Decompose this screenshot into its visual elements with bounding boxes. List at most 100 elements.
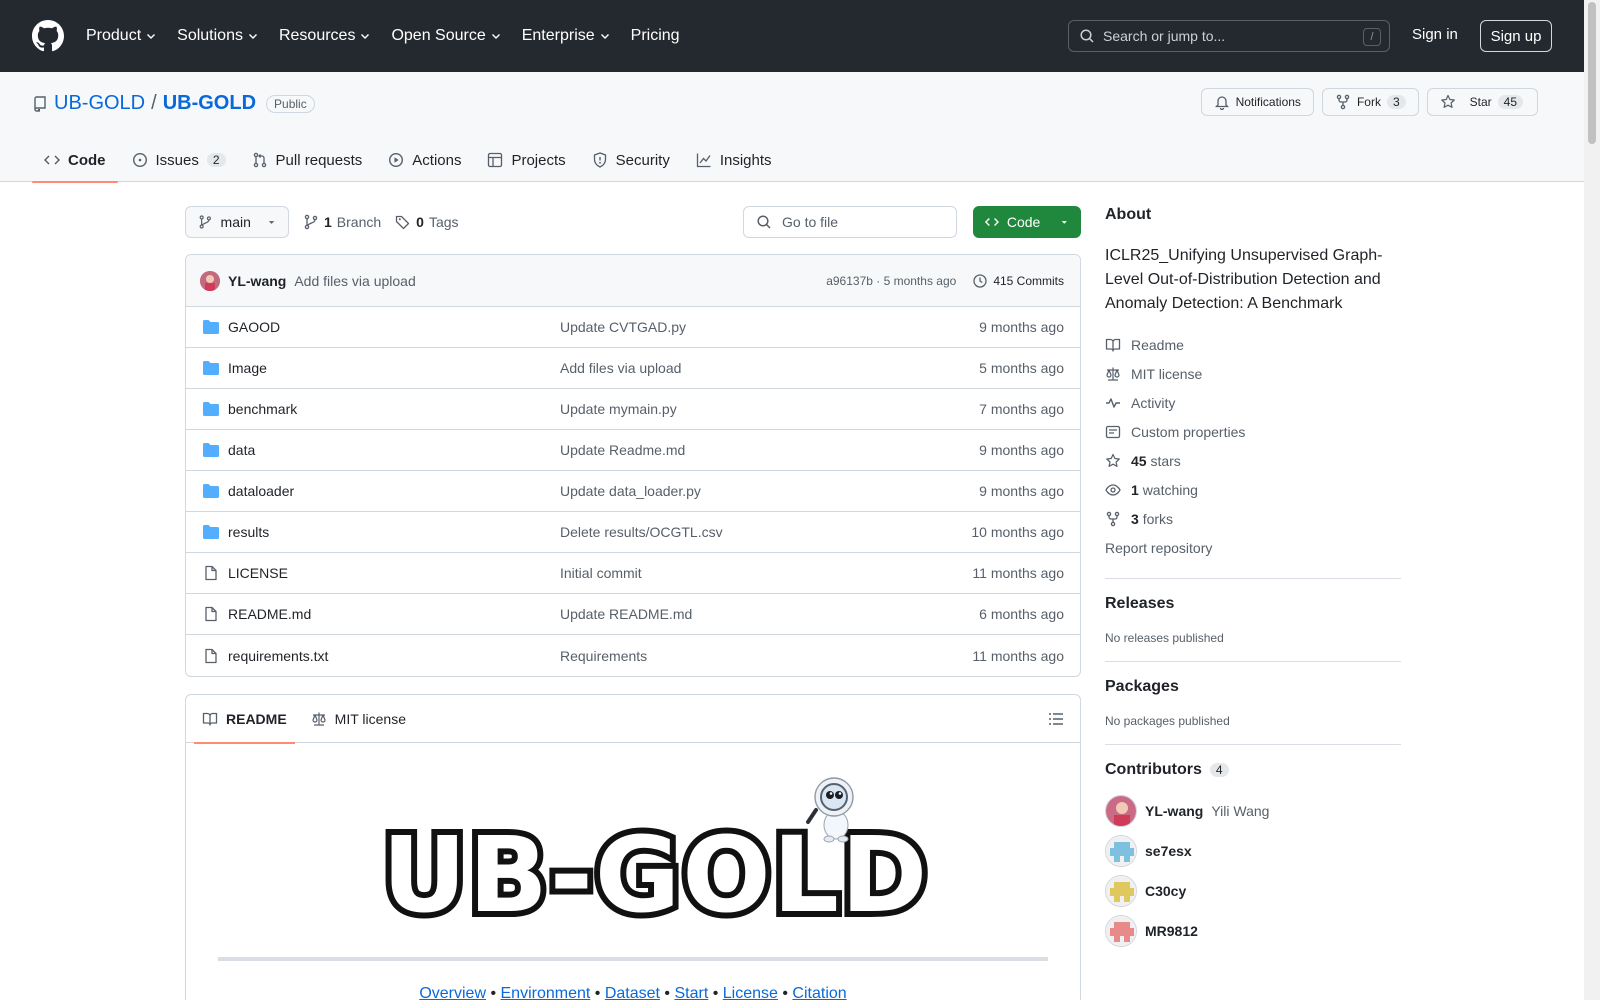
avatar[interactable] <box>1105 875 1137 907</box>
latest-commit-bar: YL-wang Add files via upload a96137b · 5… <box>186 255 1080 307</box>
contributor-item[interactable]: MR9812 <box>1105 911 1401 951</box>
custom-properties-link[interactable]: Custom properties <box>1105 417 1401 446</box>
tab-insights[interactable]: Insights <box>684 138 784 182</box>
sign-in-link[interactable]: Sign in <box>1412 26 1458 43</box>
nav-solutions[interactable]: Solutions <box>177 27 259 45</box>
file-commit-link[interactable]: Update README.md <box>560 606 692 622</box>
contributor-login[interactable]: C30cy <box>1145 883 1186 899</box>
file-name-link[interactable]: LICENSE <box>228 565 558 581</box>
file-commit-time: 9 months ago <box>979 319 1064 335</box>
tab-security[interactable]: Security <box>580 138 682 182</box>
readme-link[interactable]: Readme <box>1105 330 1401 359</box>
notifications-button[interactable]: Notifications <box>1200 88 1314 116</box>
contributor-item[interactable]: se7esx <box>1105 831 1401 871</box>
tab-actions[interactable]: Actions <box>376 138 473 182</box>
contributor-login[interactable]: MR9812 <box>1145 923 1198 939</box>
file-commit-link[interactable]: Add files via upload <box>560 360 681 376</box>
file-name-link[interactable]: results <box>228 524 558 540</box>
table-row[interactable]: results Delete results/OCGTL.csv 10 months… <box>186 512 1080 553</box>
activity-link[interactable]: Activity <box>1105 388 1401 417</box>
readme-anchor-link[interactable]: License <box>723 985 778 1000</box>
table-row[interactable]: README.md Update README.md 6 months ago <box>186 594 1080 635</box>
table-row[interactable]: requirements.txt Requirements 11 months ag… <box>186 635 1080 676</box>
readme-anchor-link[interactable]: Dataset <box>605 985 660 1000</box>
github-logo-icon[interactable] <box>32 20 64 52</box>
table-row[interactable]: LICENSE Initial commit 11 months ago <box>186 553 1080 594</box>
avatar[interactable] <box>1105 835 1137 867</box>
file-commit-link[interactable]: Delete results/OCGTL.csv <box>560 524 723 540</box>
readme-anchor-link[interactable]: Citation <box>792 985 846 1000</box>
contributor-login[interactable]: YL-wang <box>1145 803 1203 819</box>
readme-anchor-link[interactable]: Start <box>674 985 708 1000</box>
file-commit-link[interactable]: Update Readme.md <box>560 442 685 458</box>
readme-anchor-link[interactable]: Environment <box>501 985 591 1000</box>
table-row[interactable]: dataloader Update data_loader.py 9 months … <box>186 471 1080 512</box>
tab-pull-requests[interactable]: Pull requests <box>240 138 375 182</box>
page-scrollbar[interactable] <box>1584 0 1600 1000</box>
releases-heading[interactable]: Releases <box>1105 595 1401 613</box>
folder-icon <box>203 320 219 334</box>
tab-issues[interactable]: Issues 2 <box>120 138 238 182</box>
avatar[interactable] <box>200 270 220 291</box>
go-to-file-input[interactable]: Go to file <box>743 206 957 238</box>
nav-resources[interactable]: Resources <box>279 27 371 45</box>
tab-projects[interactable]: Projects <box>475 138 577 182</box>
nav-enterprise[interactable]: Enterprise <box>522 27 611 45</box>
repo-owner-link[interactable]: UB-GOLD <box>54 92 145 115</box>
forks-link[interactable]: 3 forks <box>1105 504 1401 533</box>
avatar[interactable] <box>1105 795 1137 827</box>
license-link[interactable]: MIT license <box>1105 359 1401 388</box>
file-commit-link[interactable]: Update CVTGAD.py <box>560 319 686 335</box>
table-row[interactable]: data Update Readme.md 9 months ago <box>186 430 1080 471</box>
watching-link[interactable]: 1 watching <box>1105 475 1401 504</box>
commit-hash-time[interactable]: a96137b · 5 months ago <box>826 274 956 288</box>
file-commit-link[interactable]: Requirements <box>560 648 647 664</box>
contributor-item[interactable]: C30cy <box>1105 871 1401 911</box>
nav-pricing[interactable]: Pricing <box>631 27 680 45</box>
file-name-link[interactable]: dataloader <box>228 483 558 499</box>
fork-button[interactable]: Fork 3 <box>1321 88 1419 116</box>
table-row[interactable]: benchmark Update mymain.py 7 months ago <box>186 389 1080 430</box>
file-name-link[interactable]: requirements.txt <box>228 648 558 664</box>
contributors-header: Contributors 4 <box>1105 761 1401 779</box>
search-input[interactable]: Search or jump to... / <box>1068 20 1390 52</box>
sign-up-button[interactable]: Sign up <box>1480 20 1552 52</box>
avatar[interactable] <box>1105 915 1137 947</box>
commit-message-link[interactable]: Add files via upload <box>294 273 415 289</box>
eye-icon <box>1105 483 1121 496</box>
file-name-link[interactable]: Image <box>228 360 558 376</box>
contributor-login[interactable]: se7esx <box>1145 843 1192 859</box>
repo-name-link[interactable]: UB-GOLD <box>163 92 256 115</box>
scrollbar-thumb[interactable] <box>1588 2 1596 144</box>
packages-heading[interactable]: Packages <box>1105 678 1401 696</box>
code-dropdown-button[interactable]: Code <box>973 206 1081 238</box>
stars-link[interactable]: 45 stars <box>1105 446 1401 475</box>
file-commit-link[interactable]: Update data_loader.py <box>560 483 701 499</box>
tags-link[interactable]: 0 Tags <box>395 214 459 230</box>
nav-open-source[interactable]: Open Source <box>391 27 501 45</box>
file-commit-link[interactable]: Update mymain.py <box>560 401 677 417</box>
commits-link[interactable]: 415 Commits <box>972 273 1064 289</box>
branch-selector[interactable]: main <box>185 206 289 238</box>
star-button[interactable]: Star 45 <box>1426 88 1538 116</box>
file-name-link[interactable]: GAOOD <box>228 319 558 335</box>
table-row[interactable]: GAOOD Update CVTGAD.py 9 months ago <box>186 307 1080 348</box>
contributors-heading[interactable]: Contributors <box>1105 761 1202 779</box>
readme-anchor-link[interactable]: Overview <box>419 985 486 1000</box>
file-name-link[interactable]: data <box>228 442 558 458</box>
tab-security-label: Security <box>615 151 670 169</box>
branches-link[interactable]: 1 Branch <box>303 214 381 230</box>
tab-license[interactable]: MIT license <box>303 695 414 743</box>
tab-code[interactable]: Code <box>32 138 118 183</box>
table-of-contents-icon[interactable] <box>1048 711 1064 727</box>
tab-readme[interactable]: README <box>194 695 295 744</box>
nav-product[interactable]: Product <box>86 27 157 45</box>
report-repository-link[interactable]: Report repository <box>1105 533 1401 562</box>
commit-author-link[interactable]: YL-wang <box>228 273 286 289</box>
file-name-link[interactable]: benchmark <box>228 401 558 417</box>
graph-icon <box>696 153 711 168</box>
contributor-item[interactable]: YL-wang Yili Wang <box>1105 791 1401 831</box>
file-commit-link[interactable]: Initial commit <box>560 565 642 581</box>
table-row[interactable]: Image Add files via upload 5 months ago <box>186 348 1080 389</box>
file-name-link[interactable]: README.md <box>228 606 558 622</box>
